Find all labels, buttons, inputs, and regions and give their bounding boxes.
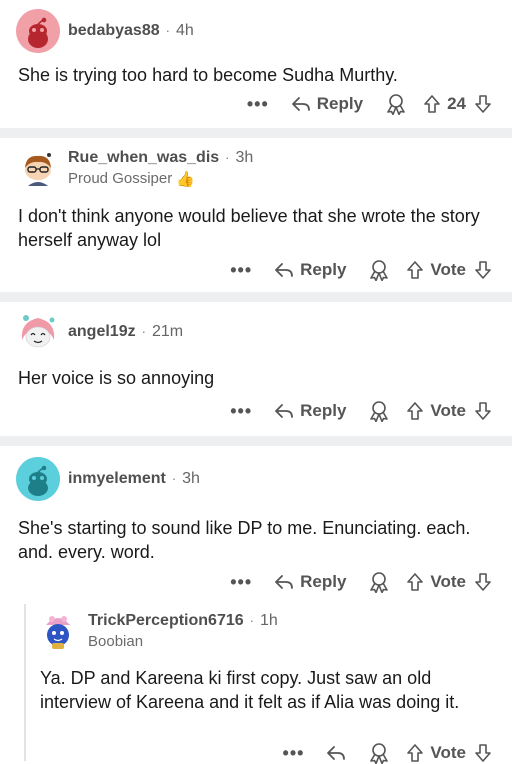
upvote-icon [424,95,440,113]
upvote-icon [407,744,424,762]
downvote-icon [475,744,491,762]
flair-text: Boobian [88,633,144,650]
avatar[interactable] [16,9,60,53]
reply-icon [275,575,294,589]
downvote-icon [475,261,491,279]
comment-header: bedabyas88 · 4h [16,9,194,53]
separator-dot: · [165,23,170,38]
avatar[interactable] [16,310,60,354]
reply-label: Reply [300,572,347,591]
comment-text: She's starting to sound like DP to me. E… [18,518,471,562]
comment-thread: inmyelement · 3h She's starting to sound l… [0,446,512,764]
user-flair: Boobian [88,633,278,650]
downvote-icon [475,402,491,420]
upvote-button[interactable]: Vote [406,260,466,280]
award-icon [370,572,389,593]
vote-label: Vote [430,572,466,591]
separator-dot: · [171,471,177,486]
upvote-button[interactable]: 24 [423,94,466,114]
reply-label: Reply [316,94,364,113]
more-options-button[interactable]: ••• [230,401,252,422]
award-button[interactable] [385,93,407,115]
award-icon [387,94,405,115]
comment-text: Her voice is so annoying [18,368,215,388]
award-button[interactable] [368,571,390,593]
reply-icon [291,97,310,111]
comment-divider [0,128,512,138]
vote-count: 24 [447,94,466,113]
comment-text: She is trying too hard to become Sudha M… [18,65,398,85]
downvote-button[interactable] [474,743,492,763]
timestamp: 3h [182,470,200,487]
reply-button[interactable]: Reply [274,401,346,421]
comment-actions: ••• Reply Vote [230,571,492,593]
comment-text: Ya. DP and Kareena ki first copy. Just s… [40,668,460,712]
reply-button[interactable] [326,744,346,762]
timestamp: 1h [259,612,278,629]
comment-header: Rue_when_was_dis · 3h Proud Gossiper 👍 [16,146,253,190]
downvote-icon [475,95,491,113]
more-options-button[interactable]: ••• [247,94,269,115]
flair-text: Proud Gossiper [68,170,173,187]
reply-icon [275,404,294,418]
user-flair: Proud Gossiper 👍 [68,170,253,188]
vote-label: Vote [430,743,466,762]
reply-button[interactable]: Reply [274,572,346,592]
comment-divider [0,436,512,446]
upvote-icon [407,573,424,591]
reply-header: TrickPerception6716 · 1h Boobian [36,609,278,653]
thread-line[interactable] [24,604,26,761]
avatar[interactable] [16,457,60,501]
award-button[interactable] [368,400,390,422]
avatar[interactable] [36,609,80,653]
upvote-icon [407,402,424,420]
separator-dot: · [225,149,230,165]
award-icon [370,401,389,422]
upvote-icon [407,261,424,279]
award-button[interactable] [368,259,390,281]
reply-label: Reply [300,401,347,420]
reply-icon [327,746,346,760]
more-options-button[interactable]: ••• [283,743,305,764]
vote-label: Vote [430,260,466,279]
username[interactable]: bedabyas88 [68,22,160,39]
downvote-button[interactable] [474,260,492,280]
reply-button[interactable]: Reply [274,260,346,280]
more-options-button[interactable]: ••• [230,260,252,281]
vote-label: Vote [430,401,466,420]
comment-header: inmyelement · 3h [16,457,200,501]
username[interactable]: Rue_when_was_dis [68,149,219,166]
username[interactable]: TrickPerception6716 [88,612,244,629]
separator-dot: · [249,613,254,628]
timestamp: 3h [235,148,254,166]
reply-button[interactable]: Reply [291,94,363,114]
award-icon [370,260,389,281]
upvote-button[interactable]: Vote [406,401,466,421]
reply-label: Reply [300,260,347,279]
timestamp: 21m [151,323,184,340]
username[interactable]: inmyelement [68,470,166,487]
comment-card: angel19z · 21m Her voice is so annoying ••… [0,302,512,436]
comment-text: I don't think anyone would believe that … [18,206,480,250]
thumbs-up-emoji: 👍 [176,170,195,188]
comment-divider [0,292,512,302]
downvote-button[interactable] [474,572,492,592]
upvote-button[interactable]: Vote [406,743,466,763]
comment-card: Rue_when_was_dis · 3h Proud Gossiper 👍 I d… [0,138,512,292]
downvote-icon [475,573,491,591]
more-options-button[interactable]: ••• [230,572,252,593]
separator-dot: · [141,324,146,339]
comment-card: bedabyas88 · 4h She is trying too hard to … [0,0,512,128]
avatar[interactable] [16,146,60,190]
comment-actions: ••• Reply Vote [230,400,492,422]
username[interactable]: angel19z [68,323,136,340]
timestamp: 4h [175,22,194,39]
reply-icon [275,263,294,277]
downvote-button[interactable] [474,401,492,421]
comment-actions: ••• Reply 24 [247,93,492,115]
downvote-button[interactable] [474,94,492,114]
comment-actions: ••• Reply Vote [230,259,492,281]
upvote-button[interactable]: Vote [406,572,466,592]
comment-header: angel19z · 21m [16,310,183,354]
